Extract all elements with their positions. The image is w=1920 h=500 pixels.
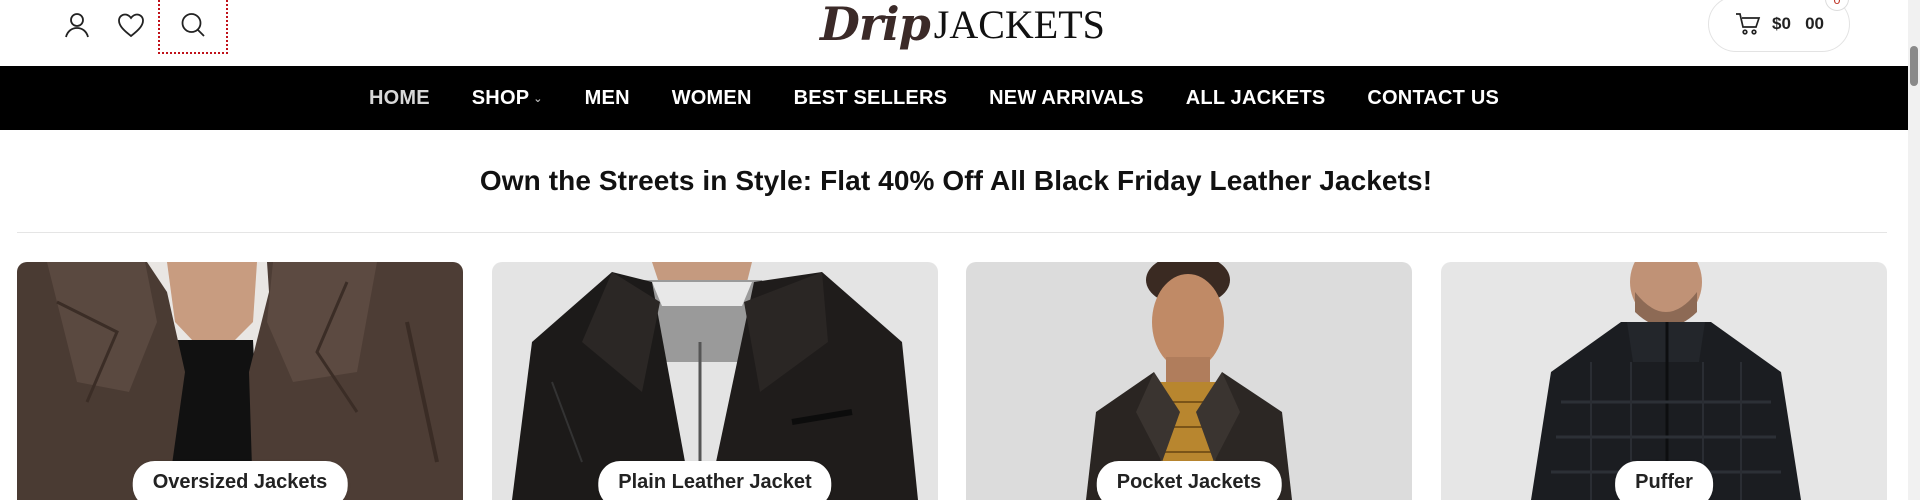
page-scrollbar[interactable] xyxy=(1908,0,1920,500)
nav-item-label: CONTACT US xyxy=(1367,86,1500,109)
promo-banner: Own the Streets in Style: Flat 40% Off A… xyxy=(0,130,1908,232)
nav-item-label: BEST SELLERS xyxy=(793,86,948,109)
wishlist-button[interactable] xyxy=(104,0,158,50)
nav-item-label: MEN xyxy=(584,86,630,109)
nav-item-label: ALL JACKETS xyxy=(1185,86,1326,109)
nav-item-label: SHOP xyxy=(471,86,530,109)
category-label: Plain Leather Jacket xyxy=(598,461,832,500)
promo-heading: Own the Streets in Style: Flat 40% Off A… xyxy=(479,165,1433,196)
divider xyxy=(17,232,1887,233)
account-button[interactable] xyxy=(50,0,104,50)
category-label: Oversized Jackets xyxy=(132,461,348,500)
category-card-puffer[interactable]: Puffer xyxy=(1441,262,1887,500)
category-card-pocket-jackets[interactable]: Pocket Jackets xyxy=(966,262,1412,500)
nav-item-label: NEW ARRIVALS xyxy=(989,86,1144,109)
cart-count-badge: 0 xyxy=(1825,0,1849,11)
logo-script: Drip xyxy=(820,0,931,51)
cart-button[interactable]: $0 00 0 xyxy=(1708,0,1850,52)
category-card-oversized-jackets[interactable]: Oversized Jackets xyxy=(17,262,463,500)
nav-item-home[interactable]: HOME xyxy=(369,87,430,110)
nav-item-new-arrivals[interactable]: NEW ARRIVALS xyxy=(989,87,1144,110)
search-icon xyxy=(181,13,205,37)
nav-item-best-sellers[interactable]: BEST SELLERS xyxy=(794,87,948,110)
site-header: Drip JACKETS $0 00 0 xyxy=(0,0,1920,66)
category-card-plain-leather-jacket[interactable]: Plain Leather Jacket xyxy=(492,262,938,500)
nav-item-contact-us[interactable]: CONTACT US xyxy=(1367,87,1499,110)
nav-item-women[interactable]: WOMEN xyxy=(672,87,752,110)
nav-item-label: WOMEN xyxy=(671,86,752,109)
nav-item-men[interactable]: MEN xyxy=(585,87,630,110)
category-label: Pocket Jackets xyxy=(1096,461,1282,500)
nav-item-shop[interactable]: SHOP ⌄ xyxy=(472,87,543,110)
cart-total: $0 00 xyxy=(1772,14,1824,33)
nav-item-label: HOME xyxy=(368,86,430,109)
user-icon xyxy=(65,13,89,38)
chevron-down-icon: ⌄ xyxy=(533,92,543,105)
heart-icon xyxy=(118,13,144,38)
scrollbar-thumb[interactable] xyxy=(1910,46,1918,86)
page: Drip JACKETS $0 00 0 HOME SHOP⌄ MEN WOME… xyxy=(0,0,1920,500)
nav-list: HOME SHOP ⌄ MEN WOMEN BEST SELLERS NEW AR… xyxy=(369,87,1499,110)
cart-icon xyxy=(1736,13,1761,35)
search-button[interactable] xyxy=(158,0,228,54)
site-logo[interactable]: Drip JACKETS xyxy=(820,0,1105,54)
category-label: Puffer xyxy=(1615,461,1713,500)
header-icons xyxy=(50,0,228,54)
category-grid: Oversized Jackets Plain Leather Jacket P… xyxy=(17,262,1887,500)
main-nav: HOME SHOP ⌄ MEN WOMEN BEST SELLERS NEW AR… xyxy=(0,66,1908,130)
nav-item-all-jackets[interactable]: ALL JACKETS xyxy=(1186,87,1326,110)
logo-text: JACKETS xyxy=(933,1,1105,47)
